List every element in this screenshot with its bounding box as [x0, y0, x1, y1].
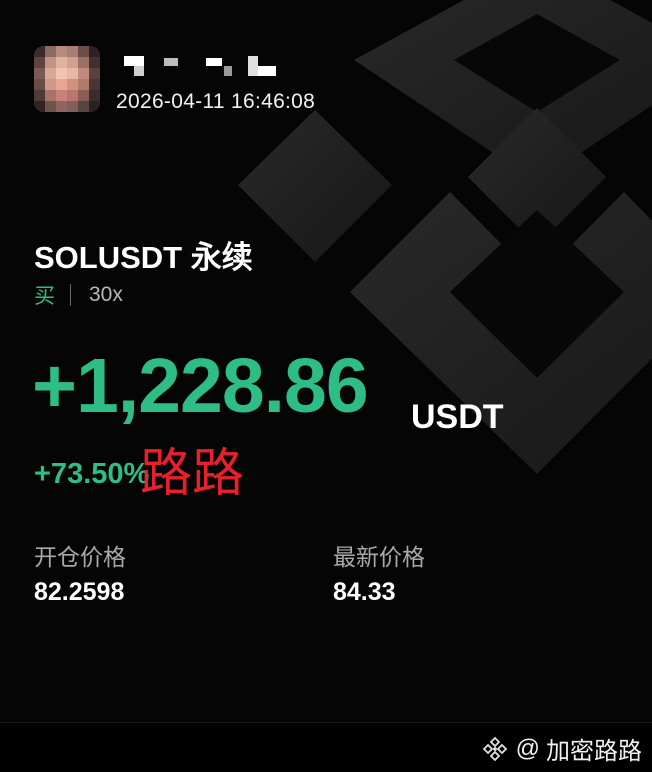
- entry-price-label: 开仓价格: [34, 544, 126, 570]
- account-watermark[interactable]: @ 加密路路: [482, 731, 642, 766]
- timestamp: 2026-04-11 16:46:08: [116, 90, 316, 113]
- divider: [70, 284, 71, 306]
- last-price-value: 84.33: [333, 578, 396, 606]
- footer: @ 加密路路: [0, 722, 652, 772]
- last-price-label: 最新价格: [333, 544, 425, 570]
- contract-pair: SOLUSDT 永续: [34, 240, 253, 275]
- account-name: 加密路路: [546, 738, 642, 765]
- overlay-watermark-text: 路路: [140, 444, 245, 504]
- pnl-unit: USDT: [411, 398, 504, 436]
- pnl-amount: +1,228.86: [32, 343, 369, 429]
- at-sign: @: [515, 734, 540, 762]
- leverage: 30x: [89, 283, 123, 306]
- roi-percent: +73.50%: [34, 458, 150, 490]
- position-meta: 买 30x: [34, 280, 123, 310]
- username-redacted: [124, 54, 284, 78]
- binance-small-logo-icon: [482, 736, 507, 761]
- avatar[interactable]: [34, 46, 100, 112]
- position-side: 买: [34, 285, 55, 308]
- pnl-share-card: 2026-04-11 16:46:08 SOLUSDT 永续 买 30x +1,…: [0, 0, 652, 722]
- entry-price-value: 82.2598: [34, 578, 125, 606]
